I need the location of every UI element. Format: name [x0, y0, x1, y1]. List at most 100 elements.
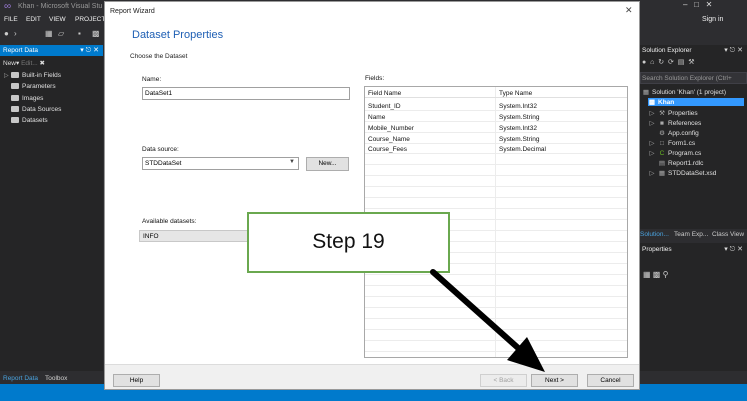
back-button[interactable]: < Back — [480, 374, 527, 387]
expand-arrow-icon[interactable]: ▷ — [648, 109, 656, 117]
window-controls[interactable]: – □ ✕ — [683, 0, 712, 9]
solution-explorer-header: Solution Explorer ▾ ⎋ ✕ — [640, 46, 747, 56]
table-row[interactable]: Name System.String — [365, 112, 627, 122]
back-icon[interactable]: ● — [642, 59, 646, 66]
save-icon[interactable]: ▪ — [78, 29, 81, 38]
solution-icon: ▦ — [642, 89, 650, 96]
folder-icon — [11, 83, 19, 89]
menu-file[interactable]: FILE — [4, 16, 18, 23]
tab-solution-explorer[interactable]: Solution... — [640, 231, 669, 238]
column-header-type-name[interactable]: Type Name — [499, 90, 532, 97]
menu-project[interactable]: PROJECT — [75, 16, 105, 23]
expand-arrow-icon[interactable]: ▷ — [648, 119, 656, 127]
menu-view[interactable]: VIEW — [49, 16, 66, 23]
collapse-icon[interactable]: ▤ — [678, 59, 685, 66]
node-form1[interactable]: ▷ □ Form1.cs — [648, 139, 696, 147]
node-app-config[interactable]: ⚙ App.config — [658, 129, 699, 137]
table-row — [365, 276, 627, 286]
expand-arrow-icon[interactable]: ▷ — [648, 139, 656, 147]
folder-icon — [11, 95, 19, 101]
new-project-icon[interactable]: ▦ — [45, 29, 53, 38]
table-row — [365, 342, 627, 352]
table-row — [365, 155, 627, 165]
config-file-icon: ⚙ — [659, 130, 665, 137]
categorized-icon[interactable]: ▦ — [643, 270, 651, 279]
table-row[interactable]: Student_ID System.Int32 — [365, 101, 627, 111]
dataset-name-input[interactable] — [142, 87, 350, 100]
property-pages-icon[interactable]: ⚲ — [663, 270, 669, 279]
vs-toolbar: ● › ▦ ▱ ▪ ▩ — [0, 27, 110, 41]
folder-icon — [11, 106, 19, 112]
pin-icon[interactable]: ▾ ⎋ ✕ — [724, 245, 743, 254]
tree-item-parameters[interactable]: Parameters — [4, 83, 56, 90]
menu-edit[interactable]: EDIT — [26, 16, 41, 23]
solution-explorer-panel: Solution Explorer ▾ ⎋ ✕ ● ⌂ ↻ ⟳ ▤ ⚒ Sear… — [640, 45, 747, 240]
node-stddataset[interactable]: ▷ ▦ STDDataSet.xsd — [648, 169, 717, 177]
node-properties[interactable]: ▷ ⚒ Properties — [648, 109, 698, 117]
edit-button[interactable]: Edit... — [21, 60, 38, 67]
navigate-forward-icon[interactable]: › — [14, 29, 17, 38]
next-button[interactable]: Next > — [531, 374, 578, 387]
available-datasets-dropdown[interactable]: INFO — [139, 230, 249, 242]
table-row[interactable]: Course_Name System.String — [365, 134, 627, 144]
sync-icon[interactable]: ↻ — [658, 59, 664, 66]
navigate-back-icon[interactable]: ● — [4, 29, 9, 38]
wizard-titlebar: Report Wizard ✕ — [105, 2, 639, 20]
node-report1[interactable]: ▤ Report1.rdlc — [658, 159, 703, 167]
name-label: Name: — [142, 76, 162, 83]
new-datasource-button[interactable]: New... — [306, 157, 349, 171]
delete-icon[interactable]: ✖ — [40, 60, 45, 67]
alphabetical-icon[interactable]: ▩ — [653, 270, 661, 279]
solution-explorer-search[interactable]: Search Solution Explorer (Ctrl+ — [640, 72, 747, 84]
save-all-icon[interactable]: ▩ — [92, 29, 100, 38]
datasource-dropdown[interactable]: STDDataSet ▼ — [142, 157, 299, 170]
properties-panel: Properties ▾ ⎋ ✕ ▦ ▩ ⚲ — [640, 243, 747, 371]
tab-toolbox[interactable]: Toolbox — [45, 375, 67, 382]
open-file-icon[interactable]: ▱ — [58, 29, 64, 38]
table-row — [365, 166, 627, 176]
tree-item-datasets[interactable]: Datasets — [4, 117, 48, 124]
tab-team-explorer[interactable]: Team Exp... — [674, 231, 708, 238]
close-icon[interactable]: ✕ — [625, 5, 633, 16]
column-header-field-name[interactable]: Field Name — [368, 90, 401, 97]
field-name-cell: Mobile_Number — [368, 125, 414, 132]
table-row — [365, 298, 627, 308]
project-node-khan[interactable]: ▩ Khan — [648, 98, 745, 106]
vs-window-title: Khan - Microsoft Visual Stu — [18, 3, 103, 10]
tab-report-data[interactable]: Report Data — [3, 375, 38, 382]
pin-icon[interactable]: ▾ ⎋ ✕ — [80, 46, 99, 55]
table-row[interactable]: Mobile_Number System.Int32 — [365, 123, 627, 133]
tree-item-images[interactable]: Images — [4, 95, 43, 102]
chevron-down-icon[interactable]: ▼ — [289, 159, 295, 165]
expand-arrow-icon[interactable]: ▷ — [648, 169, 656, 177]
expand-arrow-icon[interactable]: ▷ — [648, 149, 656, 157]
refresh-icon[interactable]: ⟳ — [668, 59, 674, 66]
table-row[interactable]: Course_Fees System.Decimal — [365, 144, 627, 154]
field-name-cell: Student_ID — [368, 103, 401, 110]
tree-item-built-in-fields[interactable]: ▷ Built-in Fields — [4, 72, 61, 79]
help-button[interactable]: Help — [113, 374, 160, 387]
cancel-button[interactable]: Cancel — [587, 374, 634, 387]
pin-icon[interactable]: ▾ ⎋ ✕ — [724, 46, 743, 55]
solution-node[interactable]: ▦ Solution 'Khan' (1 project) — [642, 88, 726, 96]
wrench-icon[interactable]: ⚒ — [688, 59, 694, 66]
folder-icon — [11, 117, 19, 123]
page-title: Dataset Properties — [132, 29, 224, 41]
tab-class-view[interactable]: Class View — [712, 231, 744, 238]
dataset-file-icon: ▦ — [658, 170, 666, 177]
report-data-toolbar: New▾ Edit... ✖ — [3, 60, 45, 67]
folder-icon — [11, 72, 19, 78]
new-dropdown[interactable]: New — [3, 60, 16, 67]
available-datasets-label: Available datasets: — [142, 218, 197, 225]
home-icon[interactable]: ⌂ — [650, 59, 654, 66]
table-row — [365, 320, 627, 330]
sign-in-link[interactable]: Sign in — [702, 16, 723, 23]
tree-item-data-sources[interactable]: Data Sources — [4, 106, 61, 113]
available-dataset-value: INFO — [143, 233, 159, 240]
type-name-cell: System.Decimal — [499, 146, 546, 153]
solution-explorer-title: Solution Explorer — [642, 47, 692, 54]
expand-arrow-icon[interactable]: ▷ — [4, 72, 11, 79]
node-program[interactable]: ▷ C Program.cs — [648, 149, 702, 157]
node-references[interactable]: ▷ ■ References — [648, 119, 702, 127]
table-row — [365, 177, 627, 187]
